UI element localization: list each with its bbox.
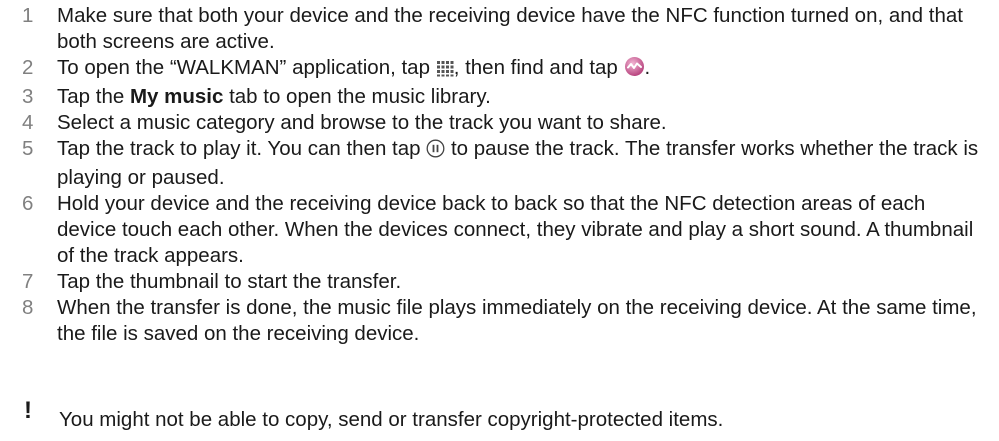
step-4: 4 Select a music category and browse to … [22,110,982,136]
step-number: 6 [22,192,34,215]
step-text-part: To open the “WALKMAN” application, tap [57,56,436,79]
step-text-part: , then find and tap [453,56,624,79]
pause-icon [426,139,445,165]
step-number: 8 [22,296,34,319]
step-7: 7 Tap the thumbnail to start the transfe… [22,269,982,295]
step-text: Make sure that both your device and the … [57,4,963,53]
step-number: 3 [22,85,34,108]
step-1: 1 Make sure that both your device and th… [22,3,982,55]
step-text: Select a music category and browse to th… [57,111,667,134]
step-text: To open the “WALKMAN” application, tap ,… [57,55,982,84]
step-number: 4 [22,111,34,134]
step-text-part: . [644,56,651,79]
instruction-steps: 1 Make sure that both your device and th… [22,3,982,347]
step-2: 2 To open the “WALKMAN” application, tap… [22,55,982,84]
my-music-tab-label: My music [129,85,224,108]
step-text: Hold your device and the receiving devic… [57,192,974,267]
step-text: Tap the My music tab to open the music l… [57,84,982,110]
step-3: 3 Tap the My music tab to open the music… [22,84,982,110]
step-number: 2 [22,56,34,79]
step-text: Tap the thumbnail to start the transfer. [57,270,402,293]
step-number: 5 [22,137,34,160]
step-5: 5 Tap the track to play it. You can then… [22,136,982,191]
copyright-note: ! You might not be able to copy, send or… [24,398,724,433]
apps-grid-icon [436,58,454,84]
step-number: 1 [22,4,34,27]
step-text-part: tab to open the music library. [223,85,491,108]
step-text: When the transfer is done, the music fil… [57,296,977,345]
step-number: 7 [22,270,34,293]
step-8: 8 When the transfer is done, the music f… [22,295,982,347]
step-text-part: Tap the [57,85,130,108]
step-text-part: Tap the track to play it. You can then t… [57,137,427,160]
step-6: 6 Hold your device and the receiving dev… [22,191,982,269]
exclamation-icon: ! [24,397,32,424]
step-text: Tap the track to play it. You can then t… [57,136,982,191]
walkman-app-icon [624,56,645,84]
note-text: You might not be able to copy, send or t… [59,408,724,431]
